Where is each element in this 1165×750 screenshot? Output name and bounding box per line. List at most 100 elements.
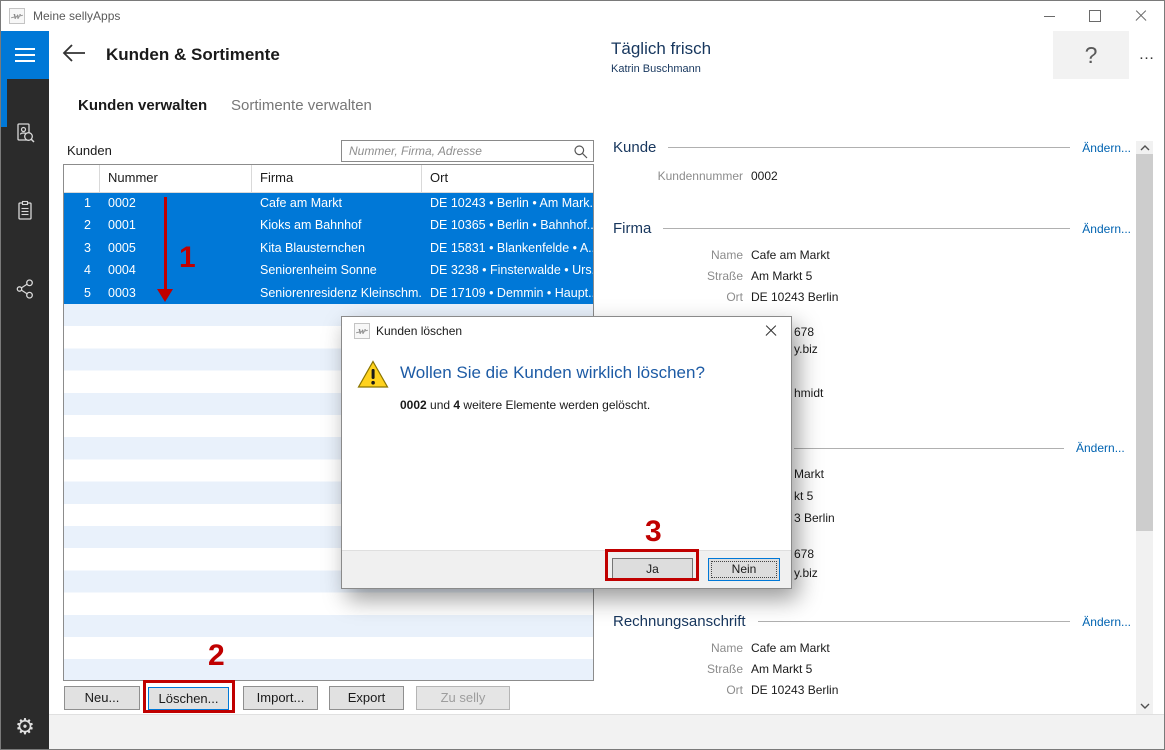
row-index: 4 (64, 259, 100, 281)
row-nummer: 0002 (100, 192, 252, 214)
help-button[interactable]: ? (1053, 31, 1129, 79)
minimize-icon (1044, 16, 1055, 17)
table-row[interactable]: 1 0002 Cafe am Markt DE 10243 • Berlin •… (64, 192, 593, 214)
chevron-up-icon (1140, 145, 1150, 151)
row-index: 5 (64, 282, 100, 304)
annotation-arrow-head (157, 289, 173, 302)
change-kunde-link[interactable]: Ändern... (1082, 141, 1131, 155)
app-window: w Meine sellyApps (0, 0, 1165, 750)
column-header-nummer[interactable]: Nummer (100, 165, 252, 192)
row-ort: DE 10365 • Berlin • Bahnhof... (422, 214, 593, 236)
field-value: Am Markt 5 (751, 662, 812, 676)
row-index: 2 (64, 214, 100, 236)
dialog-app-icon: w (354, 323, 370, 339)
search-box (341, 140, 594, 162)
change-firma-link[interactable]: Ändern... (1082, 222, 1131, 236)
change-rechnungsanschrift-link[interactable]: Ändern... (1082, 615, 1131, 629)
row-nummer: 0004 (100, 259, 252, 281)
field-value: DE 10243 Berlin (751, 683, 838, 697)
row-nummer: 0001 (100, 214, 252, 236)
obscured-text: y.biz (794, 566, 818, 580)
back-button[interactable] (61, 43, 89, 67)
app-icon: w (9, 8, 25, 24)
column-header-index[interactable] (64, 165, 100, 192)
field-value: Am Markt 5 (751, 269, 812, 283)
dialog-detail: 0002 und 4 weitere Elemente werden gelös… (400, 398, 650, 412)
change-lieferanschrift-link[interactable]: Ändern... (1076, 441, 1125, 455)
field-label: Straße (613, 662, 743, 676)
section-title: Rechnungsanschrift (613, 613, 746, 630)
account-user: Katrin Buschmann (611, 63, 701, 75)
row-firma: Kita Blausternchen (252, 237, 422, 259)
table-row[interactable]: 4 0004 Seniorenheim Sonne DE 3238 • Fins… (64, 259, 593, 281)
dialog-detail-text: weitere Elemente werden gelöscht. (460, 398, 650, 412)
section-divider (794, 448, 1064, 449)
row-firma: Kioks am Bahnhof (252, 214, 422, 236)
tab-sortimente-verwalten[interactable]: Sortimente verwalten (231, 97, 372, 114)
more-button[interactable]: … (1129, 31, 1165, 79)
share-icon (13, 277, 37, 301)
row-firma: Cafe am Markt (252, 192, 422, 214)
page-title: Kunden & Sortimente (106, 45, 280, 65)
dialog-close-button[interactable] (757, 320, 785, 342)
no-button[interactable]: Nein (708, 558, 780, 581)
maximize-button[interactable] (1072, 1, 1118, 31)
sidebar-item-verbindungen[interactable] (1, 265, 49, 313)
minimize-button[interactable] (1026, 1, 1072, 31)
clipboard-icon (13, 199, 37, 223)
search-input[interactable] (342, 141, 593, 161)
scrollbar-up-button[interactable] (1136, 141, 1153, 155)
row-nummer: 0003 (100, 282, 252, 304)
list-label: Kunden (67, 143, 112, 158)
annotation-step-2: 2 (208, 641, 225, 671)
sidebar-item-sortimente[interactable] (1, 187, 49, 235)
import-button[interactable]: Import... (243, 686, 318, 710)
menu-button[interactable] (1, 31, 49, 79)
section-title: Firma (613, 220, 651, 237)
section-rechnungsanschrift: Rechnungsanschrift Ändern... Name Cafe a… (613, 613, 1131, 700)
section-title: Kunde (613, 139, 656, 156)
table-row[interactable]: 5 0003 Seniorenresidenz Kleinschm... DE … (64, 282, 593, 304)
export-button[interactable]: Export (329, 686, 404, 710)
close-button[interactable] (1118, 1, 1164, 31)
sidebar: ⚙ (1, 31, 49, 750)
row-index: 1 (64, 192, 100, 214)
table-header: Nummer Firma Ort (64, 165, 593, 193)
sidebar-item-settings[interactable]: ⚙ (1, 703, 49, 750)
obscured-text: 678 (794, 325, 814, 339)
window-titlebar: w Meine sellyApps (1, 1, 1164, 31)
obscured-text: 3 Berlin (794, 511, 835, 525)
scrollbar-thumb[interactable] (1136, 154, 1153, 531)
customers-icon (13, 121, 37, 145)
row-firma: Seniorenresidenz Kleinschm... (252, 282, 422, 304)
sidebar-item-kunden[interactable] (1, 109, 49, 157)
section-kunde: Kunde Ändern... Kundennummer 0002 (613, 139, 1131, 186)
scrollbar-down-button[interactable] (1136, 699, 1153, 713)
close-icon (765, 325, 777, 337)
row-nummer: 0005 (100, 237, 252, 259)
dialog-titlebar: w Kunden löschen (342, 317, 791, 345)
table-row[interactable]: 3 0005 Kita Blausternchen DE 15831 • Bla… (64, 237, 593, 259)
search-icon[interactable] (573, 144, 589, 160)
account-name: Täglich frisch (611, 39, 711, 59)
row-ort: DE 3238 • Finsterwalde • Urs... (422, 259, 593, 281)
field-label: Kundennummer (613, 169, 743, 183)
table-row[interactable]: 2 0001 Kioks am Bahnhof DE 10365 • Berli… (64, 214, 593, 236)
close-icon (1135, 10, 1147, 22)
footer-strip (49, 714, 1164, 749)
field-label: Ort (613, 290, 743, 304)
row-ort: DE 15831 • Blankenfelde • A... (422, 237, 593, 259)
section-divider (758, 621, 1071, 622)
annotation-box-delete (143, 680, 235, 713)
column-header-firma[interactable]: Firma (252, 165, 422, 192)
tab-kunden-verwalten[interactable]: Kunden verwalten (78, 97, 207, 114)
ellipsis-icon: … (1139, 46, 1156, 64)
new-button[interactable]: Neu... (64, 686, 140, 710)
dialog-detail-id: 0002 (400, 398, 427, 412)
obscured-text: Markt (794, 467, 824, 481)
chevron-down-icon (1140, 703, 1150, 709)
maximize-icon (1089, 10, 1101, 22)
help-icon: ? (1085, 42, 1098, 69)
column-header-ort[interactable]: Ort (422, 165, 593, 192)
row-ort: DE 10243 • Berlin • Am Mark... (422, 192, 593, 214)
